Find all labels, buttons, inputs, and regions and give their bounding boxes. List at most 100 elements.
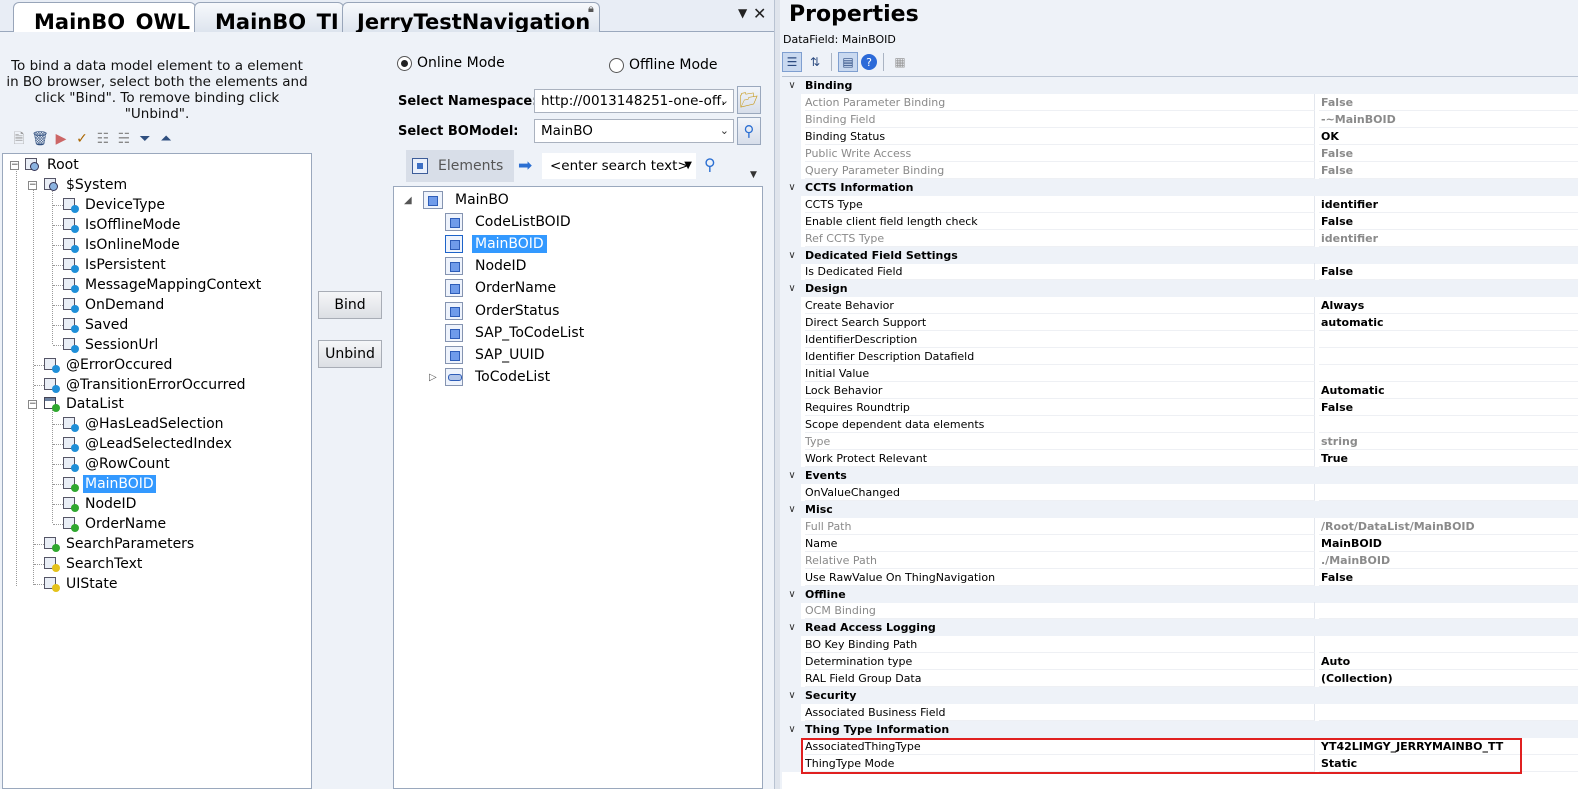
property-row-name[interactable]: Name MainBOID <box>782 534 1578 552</box>
bo-element-mainboid[interactable]: MainBOID <box>445 234 547 254</box>
elements-button[interactable]: Elements <box>406 150 514 182</box>
property-value[interactable]: Auto <box>1319 653 1578 671</box>
category-binding[interactable]: ∨ Binding <box>782 77 1578 94</box>
expander-root[interactable]: − <box>10 161 19 170</box>
category-misc[interactable]: ∨ Misc <box>782 500 1578 518</box>
property-value[interactable] <box>1319 636 1578 654</box>
help-icon[interactable]: ? <box>861 54 877 70</box>
chevron-down-icon[interactable]: ∨ <box>785 77 799 94</box>
chevron-down-icon[interactable]: ∨ <box>785 721 799 738</box>
bo-element-orderstatus[interactable]: OrderStatus <box>445 301 562 321</box>
property-value[interactable]: YT42LIMGY_JERRYMAINBO_TT <box>1319 738 1578 756</box>
property-row-scope-dependent-data-elements[interactable]: Scope dependent data elements <box>782 416 1578 433</box>
bo-element-codelistboid[interactable]: CodeListBOID <box>445 212 574 232</box>
property-row-public-write-access[interactable]: Public Write Access False <box>782 144 1578 162</box>
category-security[interactable]: ∨ Security <box>782 687 1578 705</box>
chevron-down-icon[interactable]: ∨ <box>785 687 799 704</box>
new-icon[interactable]: 🗎︎ <box>10 130 28 148</box>
tree-node-mainboid[interactable]: MainBOID <box>63 474 156 494</box>
namespace-select[interactable]: http://0013148251-one-off. ⌄ <box>534 89 734 113</box>
property-row-onvaluechanged[interactable]: OnValueChanged <box>782 483 1578 501</box>
tab-jerry-test-navigation[interactable]: JerryTestNavigation <box>342 2 600 32</box>
property-row-use-rawvalue-on-thingnavigation[interactable]: Use RawValue On ThingNavigation False <box>782 568 1578 586</box>
tree-node-isonlinemode[interactable]: IsOnlineMode <box>63 235 182 255</box>
tree-node-messagemappingcontext[interactable]: MessageMappingContext <box>63 275 263 295</box>
property-row-work-protect-relevant[interactable]: Work Protect Relevant True <box>782 449 1578 467</box>
property-value[interactable] <box>1319 348 1578 366</box>
tree-node-system[interactable]: $System <box>44 175 129 195</box>
property-value[interactable]: Automatic <box>1319 382 1578 400</box>
tree-node-leadselectedindex[interactable]: @LeadSelectedIndex <box>63 434 234 454</box>
property-value[interactable]: automatic <box>1319 314 1578 332</box>
offline-mode-radio[interactable]: Offline Mode <box>609 57 718 73</box>
property-row-identifierdescription[interactable]: IdentifierDescription <box>782 331 1578 349</box>
property-row-create-behavior[interactable]: Create Behavior Always <box>782 297 1578 315</box>
property-value[interactable] <box>1319 365 1578 383</box>
property-value[interactable]: /Root/DataList/MainBOID <box>1319 518 1578 535</box>
property-value[interactable]: False <box>1319 145 1578 162</box>
category-events[interactable]: ∨ Events <box>782 466 1578 484</box>
bo-element-nodeid[interactable]: NodeID <box>445 256 529 276</box>
property-value[interactable]: True <box>1319 450 1578 467</box>
property-pages-icon[interactable]: ▦ <box>890 52 910 72</box>
property-value[interactable]: False <box>1319 569 1578 586</box>
tab-list-dropdown-icon[interactable]: ▼ <box>738 6 747 20</box>
tree-node-nodeid[interactable]: NodeID <box>63 494 138 514</box>
property-row-ccts-type[interactable]: CCTS Type identifier <box>782 195 1578 213</box>
property-row-ral-field-group-data[interactable]: RAL Field Group Data (Collection) <box>782 670 1578 688</box>
property-row-ocm-binding[interactable]: OCM Binding <box>782 602 1578 620</box>
property-value[interactable]: False <box>1319 213 1578 230</box>
property-value[interactable]: ./MainBOID <box>1319 552 1578 569</box>
expander-datalist[interactable]: − <box>28 400 37 409</box>
network-icon[interactable]: ☷ <box>94 130 112 148</box>
element-search-input[interactable]: <enter search text> ▼ <box>542 153 696 179</box>
property-row-action-parameter-binding[interactable]: Action Parameter Binding False <box>782 93 1578 111</box>
overflow-icon[interactable]: ▼ <box>750 170 757 180</box>
bind-tree-icon[interactable]: ▶ <box>52 130 70 148</box>
chevron-down-icon[interactable]: ∨ <box>785 179 799 196</box>
property-value[interactable]: Always <box>1319 297 1578 315</box>
property-value[interactable] <box>1319 602 1578 620</box>
bind-button[interactable]: Bind <box>318 291 382 319</box>
bo-association-tocodelist[interactable]: ToCodeList <box>445 367 553 387</box>
close-icon[interactable]: ✕ <box>753 4 766 23</box>
tree-node-ondemand[interactable]: OnDemand <box>63 295 166 315</box>
tree-node-isofflinemode[interactable]: IsOfflineMode <box>63 215 183 235</box>
property-value[interactable]: string <box>1319 433 1578 450</box>
tree-node-sessionurl[interactable]: SessionUrl <box>63 335 160 355</box>
tree-node-saved[interactable]: Saved <box>63 315 130 335</box>
bo-element-sap-uuid[interactable]: SAP_UUID <box>445 345 548 365</box>
bomodel-select[interactable]: MainBO ⌄ <box>534 119 734 143</box>
property-value[interactable]: OK <box>1319 128 1578 145</box>
alphabetical-icon[interactable]: ⇅ <box>805 52 825 72</box>
chevron-down-icon[interactable]: ∨ <box>785 247 799 264</box>
tree-node-erroroccured[interactable]: @ErrorOccured <box>44 355 174 375</box>
tree-node-uistate[interactable]: UIState <box>44 574 119 594</box>
bo-element-ordername[interactable]: OrderName <box>445 278 559 298</box>
property-row-determination-type[interactable]: Determination type Auto <box>782 653 1578 671</box>
chevron-down-icon[interactable]: ∨ <box>785 586 799 603</box>
tab-mainbo-ti[interactable]: MainBO_TI <box>194 2 344 32</box>
property-row-direct-search-support[interactable]: Direct Search Support automatic <box>782 314 1578 332</box>
property-value[interactable]: (Collection) <box>1319 670 1578 688</box>
property-value[interactable]: -~MainBOID <box>1319 111 1578 128</box>
property-value[interactable]: False <box>1319 94 1578 111</box>
property-row-bo-key-binding-path[interactable]: BO Key Binding Path <box>782 636 1578 654</box>
property-value[interactable]: identifier <box>1319 196 1578 213</box>
property-row-query-parameter-binding[interactable]: Query Parameter Binding False <box>782 161 1578 179</box>
property-row-associatedthingtype[interactable]: AssociatedThingType YT42LIMGY_JERRYMAINBO… <box>782 738 1578 756</box>
folder-icon[interactable]: 📂︎ <box>737 86 761 114</box>
property-value[interactable] <box>1319 484 1578 501</box>
property-row-ref-ccts-type[interactable]: Ref CCTS Type identifier <box>782 229 1578 247</box>
property-value[interactable]: Static <box>1319 755 1578 772</box>
online-mode-radio[interactable]: Online Mode <box>397 55 505 71</box>
property-row-binding-status[interactable]: Binding Status OK <box>782 127 1578 145</box>
tree-node-rowcount[interactable]: @RowCount <box>63 454 172 474</box>
category-read-access-logging[interactable]: ∨ Read Access Logging <box>782 619 1578 637</box>
tree-node-searchtext[interactable]: SearchText <box>44 554 144 574</box>
tree-node-searchparameters[interactable]: SearchParameters <box>44 534 196 554</box>
search-icon[interactable]: ⚲ <box>737 117 761 145</box>
hierarchy-icon[interactable]: ☵ <box>115 130 133 148</box>
chevron-down-icon[interactable]: ∨ <box>785 501 799 518</box>
property-value[interactable]: identifier <box>1319 230 1578 247</box>
